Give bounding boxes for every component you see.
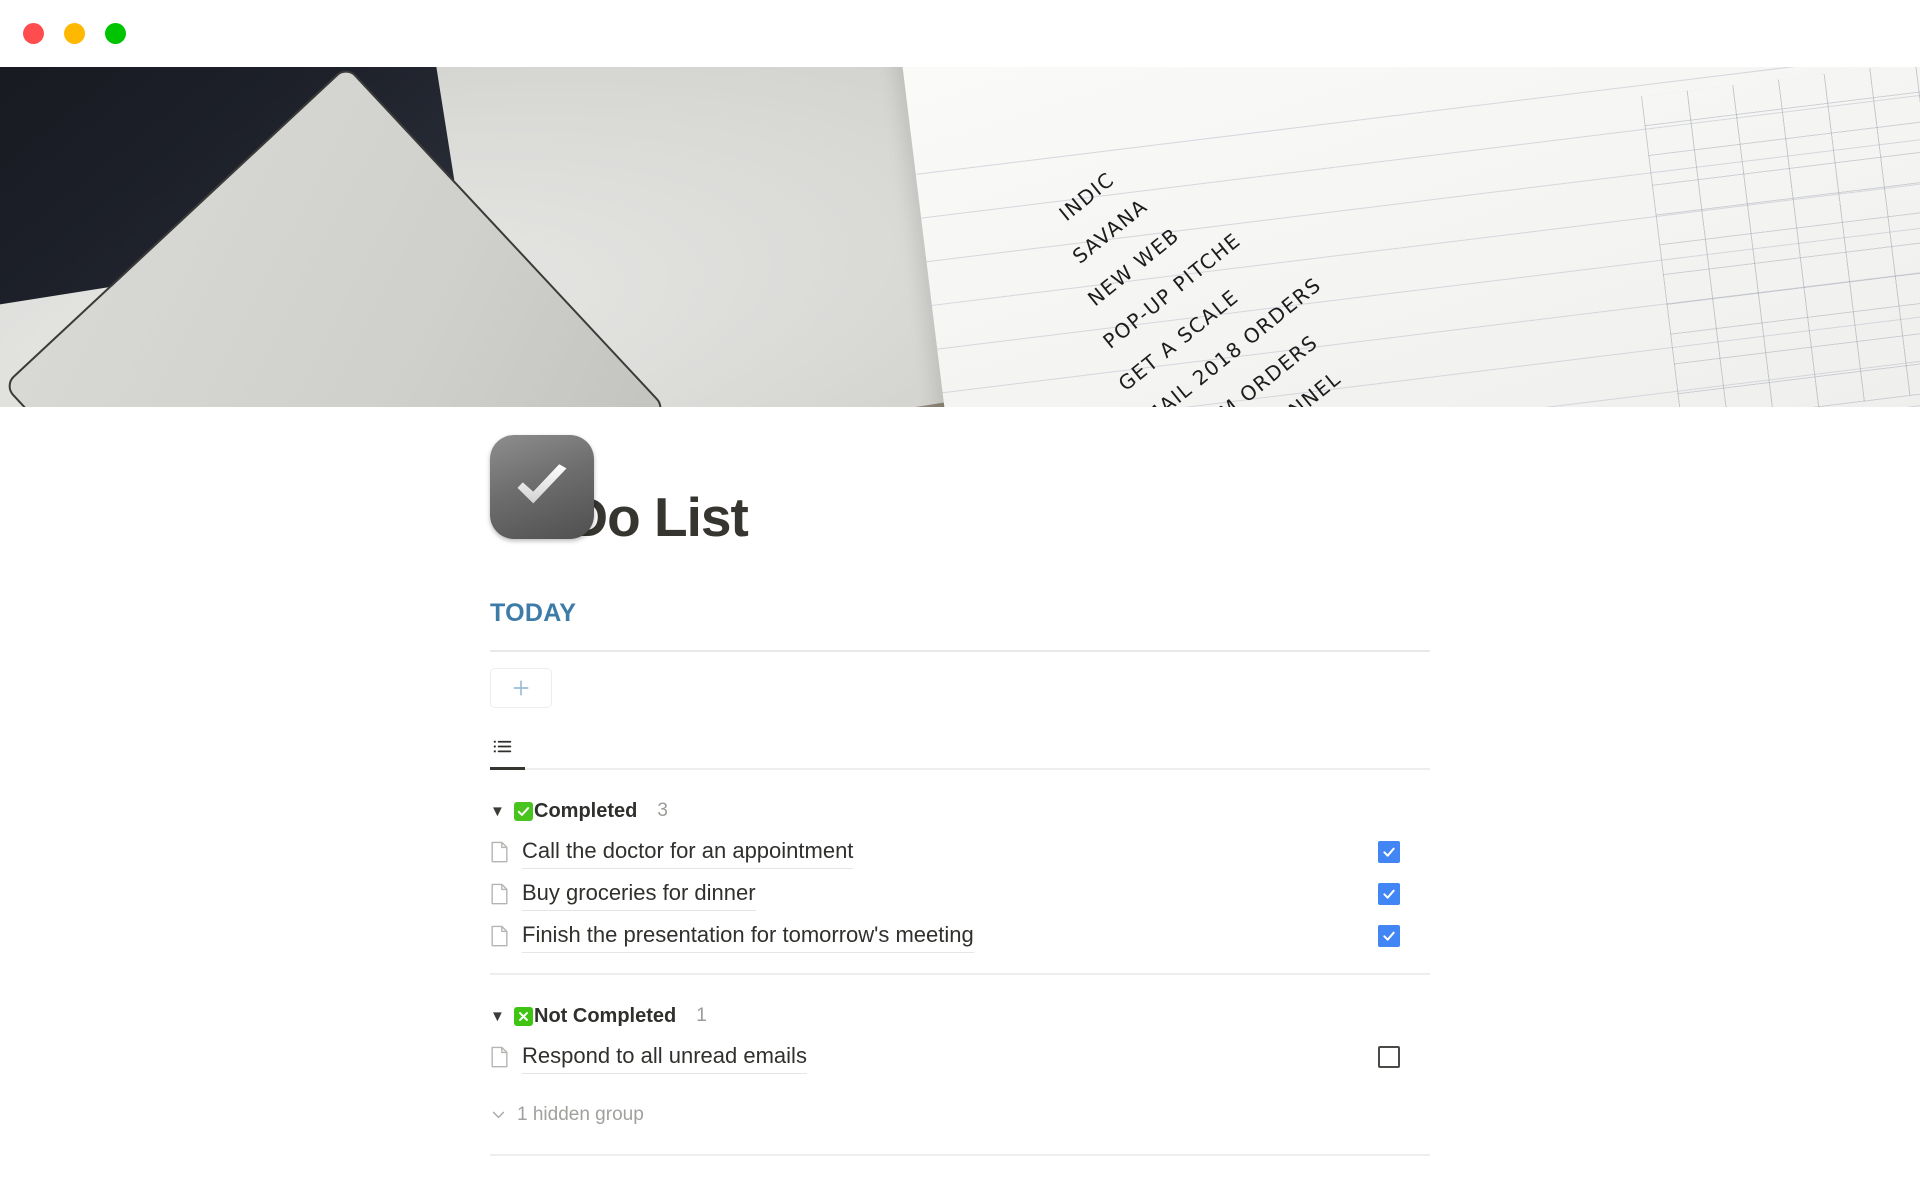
task-checkbox[interactable] bbox=[1378, 840, 1400, 863]
group-count: 3 bbox=[657, 800, 668, 822]
cover-photo[interactable]: INDIC SAVANA NEW WEB POP-UP PITCHE GET A… bbox=[0, 67, 1920, 407]
chevron-down-icon bbox=[492, 1111, 505, 1119]
section-divider bbox=[490, 649, 1430, 652]
minimize-window-button[interactable] bbox=[64, 23, 85, 44]
document-icon bbox=[490, 883, 514, 905]
notebook-grid-page bbox=[1641, 67, 1920, 407]
caret-down-icon[interactable]: ▼ bbox=[490, 804, 505, 819]
group-title: Not Completed bbox=[514, 1005, 676, 1028]
document-icon bbox=[490, 1046, 514, 1068]
document-icon bbox=[490, 841, 514, 863]
hidden-group-toggle[interactable]: 1 hidden group bbox=[490, 1104, 1430, 1126]
caret-down-icon[interactable]: ▼ bbox=[490, 1009, 505, 1024]
table-row[interactable]: Respond to all unread emails bbox=[490, 1036, 1430, 1078]
hidden-group-label: 1 hidden group bbox=[517, 1103, 644, 1125]
tab-list-view[interactable] bbox=[490, 732, 525, 770]
task-title[interactable]: Finish the presentation for tomorrow's m… bbox=[522, 919, 974, 953]
view-tab-bar bbox=[490, 732, 1430, 770]
group-header-not-completed[interactable]: ▼ Not Completed 1 bbox=[490, 1005, 1430, 1028]
cross-mark-button-icon bbox=[514, 1006, 533, 1026]
table-row[interactable]: Call the doctor for an appointment bbox=[490, 831, 1430, 873]
table-row[interactable]: Buy groceries for dinner bbox=[490, 873, 1430, 915]
maximize-window-button[interactable] bbox=[105, 23, 126, 44]
add-row bbox=[490, 667, 1430, 708]
task-title[interactable]: Call the doctor for an appointment bbox=[522, 835, 854, 869]
group-title: Completed bbox=[514, 800, 637, 823]
close-window-button[interactable] bbox=[23, 23, 44, 44]
group-divider bbox=[490, 972, 1430, 975]
task-title[interactable]: Buy groceries for dinner bbox=[522, 877, 756, 911]
group-title-label: Completed bbox=[534, 799, 638, 822]
bottom-divider bbox=[490, 1153, 1430, 1156]
add-item-button[interactable] bbox=[490, 667, 552, 708]
page-title: To-Do List bbox=[490, 486, 749, 548]
document-icon bbox=[490, 925, 514, 947]
group-header-completed[interactable]: ▼ Completed 3 bbox=[490, 800, 1430, 823]
list-icon bbox=[493, 740, 512, 753]
cover-photo-image: INDIC SAVANA NEW WEB POP-UP PITCHE GET A… bbox=[0, 67, 1920, 407]
window-title-bar bbox=[0, 0, 1920, 67]
group-count: 1 bbox=[696, 1005, 707, 1027]
traffic-lights bbox=[23, 23, 126, 44]
white-heavy-check-mark-icon bbox=[514, 801, 533, 821]
task-checkbox[interactable] bbox=[1378, 882, 1400, 905]
table-row[interactable]: Finish the presentation for tomorrow's m… bbox=[490, 915, 1430, 957]
task-title[interactable]: Respond to all unread emails bbox=[522, 1040, 807, 1074]
page-body: To-Do List TODAY ▼ Completed 3 Call the … bbox=[0, 435, 1920, 1156]
page-icon-checkmark-icon[interactable] bbox=[490, 435, 594, 539]
section-label-today: TODAY bbox=[490, 598, 577, 627]
task-checkbox[interactable] bbox=[1378, 924, 1400, 947]
page-content: To-Do List TODAY ▼ Completed 3 Call the … bbox=[490, 486, 1430, 1156]
group-title-label: Not Completed bbox=[534, 1004, 677, 1027]
plus-icon bbox=[513, 680, 529, 696]
task-checkbox[interactable] bbox=[1378, 1045, 1400, 1068]
